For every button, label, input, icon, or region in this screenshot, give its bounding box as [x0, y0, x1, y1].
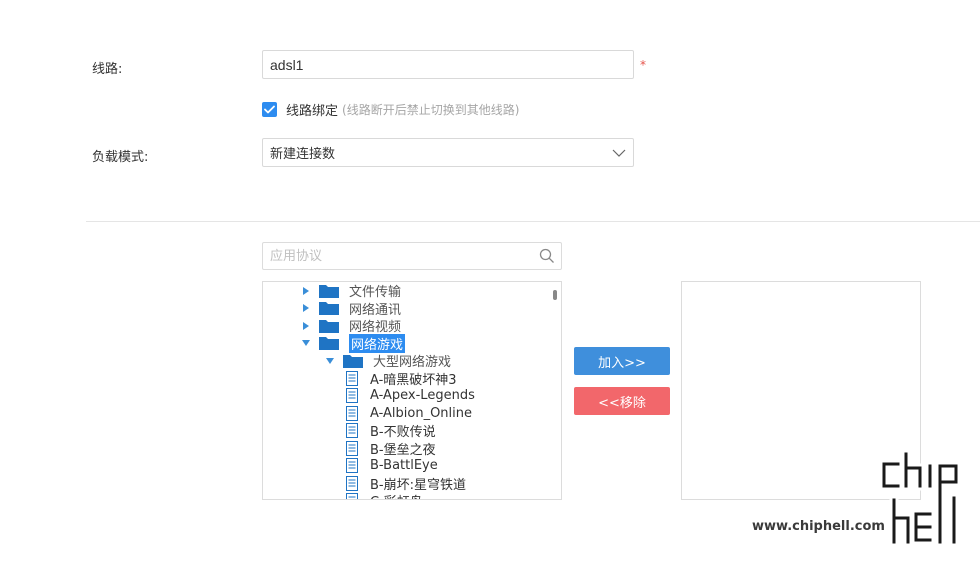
load-mode-select[interactable]: 新建连接数: [262, 138, 634, 167]
tree-leaf-label[interactable]: C-彩虹岛: [370, 491, 423, 499]
tree-subfolder-label[interactable]: 大型网络游戏: [373, 351, 451, 370]
tree-folder-label[interactable]: 网络通讯: [349, 299, 401, 318]
folder-icon: [319, 302, 339, 316]
document-icon: [346, 423, 358, 439]
tree-leaf-label[interactable]: B-崩坏:星穹铁道: [370, 474, 466, 493]
chiphell-logo-icon: [879, 452, 961, 547]
caret-right-icon[interactable]: [301, 321, 311, 331]
load-mode-value: 新建连接数: [270, 147, 336, 162]
folder-open-icon: [319, 337, 339, 351]
tree-leaf-row[interactable]: B-BattlEye: [346, 457, 438, 475]
tree-leaf-row[interactable]: A-Albion_Online: [346, 405, 472, 423]
tree-folder-label[interactable]: 文件传输: [349, 282, 401, 300]
document-icon: [346, 458, 358, 474]
line-bind-hint: (线路断开后禁止切换到其他线路): [342, 102, 520, 117]
remove-button[interactable]: <<移除: [574, 387, 670, 415]
tree-folder-row[interactable]: 文件传输: [301, 282, 401, 300]
line-bind-label[interactable]: 线路绑定: [286, 100, 338, 119]
protocol-tree[interactable]: 文件传输 网络通讯 网络视频 网络游戏 大型网络游戏 A-暗黑破坏神3 A-Ap…: [262, 281, 562, 500]
caret-down-icon[interactable]: [325, 356, 335, 366]
caret-down-icon[interactable]: [301, 338, 311, 348]
load-mode-label: 负载模式:: [92, 150, 149, 165]
folder-open-icon: [343, 354, 363, 368]
watermark: www.chiphell.com: [752, 452, 972, 552]
tree-scrollbar[interactable]: [553, 290, 557, 300]
document-icon: [346, 440, 358, 456]
tree-leaf-label[interactable]: B-堡垒之夜: [370, 439, 436, 458]
tree-folder-label-selected[interactable]: 网络游戏: [349, 333, 406, 353]
tree-leaf-row[interactable]: A-Apex-Legends: [346, 387, 475, 405]
tree-leaf-row[interactable]: A-暗黑破坏神3: [346, 370, 457, 388]
document-icon: [346, 388, 358, 404]
watermark-url: www.chiphell.com: [752, 519, 885, 534]
tree-leaf-row[interactable]: B-崩坏:星穹铁道: [346, 475, 466, 493]
folder-icon: [319, 284, 339, 298]
tree-leaf-label[interactable]: A-暗黑破坏神3: [370, 369, 457, 388]
line-bind-row: 线路绑定 (线路断开后禁止切换到其他线路): [262, 100, 520, 119]
caret-right-icon[interactable]: [301, 303, 311, 313]
line-input[interactable]: [262, 50, 634, 79]
tree-leaf-label[interactable]: B-BattlEye: [370, 458, 438, 473]
line-label: 线路:: [92, 62, 123, 77]
add-button[interactable]: 加入>>: [574, 347, 670, 375]
tree-subfolder-row[interactable]: 大型网络游戏: [325, 352, 451, 370]
check-icon: [264, 105, 275, 113]
folder-icon: [319, 319, 339, 333]
tree-folder-row[interactable]: 网络游戏: [301, 333, 406, 353]
required-mark: *: [640, 58, 646, 72]
document-icon: [346, 493, 358, 499]
tree-leaf-row[interactable]: C-彩虹岛: [346, 491, 423, 499]
tree-folder-label[interactable]: 网络视频: [349, 316, 401, 335]
tree-leaf-row[interactable]: B-不败传说: [346, 422, 436, 440]
tree-folder-row[interactable]: 网络通讯: [301, 300, 401, 318]
search-icon[interactable]: [539, 248, 555, 264]
caret-right-icon[interactable]: [301, 286, 311, 296]
document-icon: [346, 370, 358, 386]
chevron-down-icon: [612, 149, 626, 157]
tree-leaf-label[interactable]: A-Apex-Legends: [370, 388, 475, 403]
tree-leaf-label[interactable]: A-Albion_Online: [370, 406, 472, 421]
line-bind-checkbox[interactable]: [262, 101, 277, 117]
tree-leaf-row[interactable]: B-堡垒之夜: [346, 440, 436, 458]
section-divider: [86, 221, 980, 222]
tree-folder-row[interactable]: 网络视频: [301, 317, 401, 335]
protocol-search-input[interactable]: [262, 242, 562, 270]
tree-leaf-label[interactable]: B-不败传说: [370, 421, 436, 440]
document-icon: [346, 405, 358, 421]
document-icon: [346, 475, 358, 491]
